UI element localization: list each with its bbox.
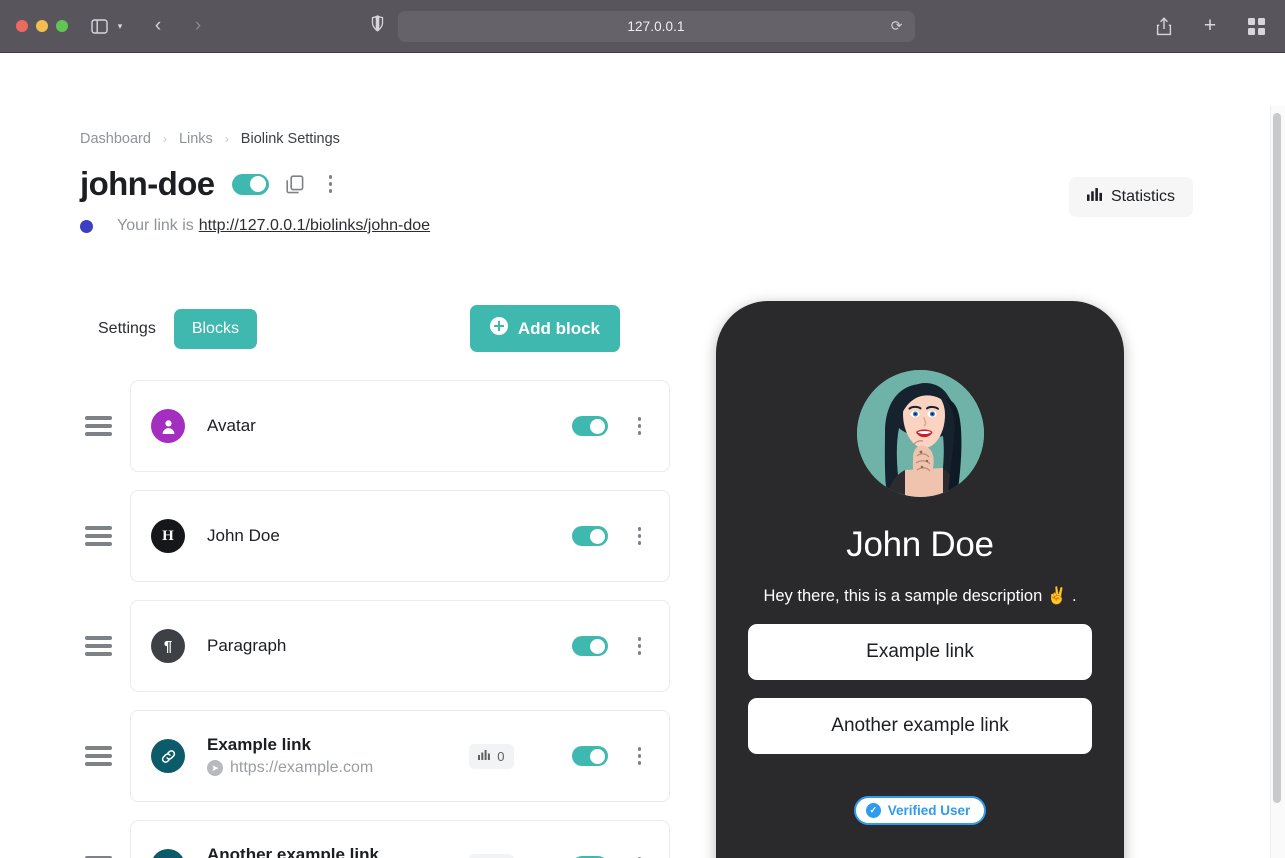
tab-overview-icon[interactable] (1243, 13, 1269, 39)
bar-chart-icon (478, 749, 491, 764)
drag-handle[interactable] (80, 416, 130, 436)
breadcrumb-item-links[interactable]: Links (179, 131, 213, 147)
preview-description: Hey there, this is a sample description … (763, 587, 1077, 605)
breadcrumb-item-dashboard[interactable]: Dashboard (80, 131, 151, 147)
copy-icon[interactable] (285, 174, 304, 194)
block-title: Another example link (207, 845, 379, 858)
address-bar[interactable]: 127.0.0.1 ⟳ (397, 10, 915, 42)
address-bar-text: 127.0.0.1 (627, 18, 685, 34)
arrow-right-circle-icon: ➤ (207, 760, 223, 776)
user-avatar-icon (151, 409, 185, 443)
kebab-menu-icon[interactable] (630, 633, 650, 659)
add-block-label: Add block (517, 318, 600, 338)
biolink-url-label: Your link is (117, 217, 194, 234)
verified-check-icon: ✓ (865, 803, 881, 818)
phone-preview: John Doe Hey there, this is a sample des… (716, 301, 1124, 858)
breadcrumb-separator: › (224, 132, 229, 146)
page-title: john-doe (80, 165, 215, 202)
biolink-url-value[interactable]: http://127.0.0.1/biolinks/john-doe (199, 217, 430, 235)
kebab-menu-icon[interactable] (630, 853, 650, 858)
kebab-menu-icon[interactable] (630, 523, 650, 549)
biolink-url-row: Your link is http://127.0.0.1/biolinks/j… (80, 217, 1285, 235)
sidebar-icon[interactable] (86, 13, 112, 39)
block-title: Avatar (207, 416, 256, 435)
shield-icon[interactable] (371, 15, 384, 37)
verified-user-label: Verified User (887, 803, 971, 818)
page-body: Dashboard › Links › Biolink Settings joh… (0, 53, 1285, 858)
block-stats-badge[interactable]: 0 (469, 743, 514, 769)
block-enabled-toggle[interactable] (571, 416, 608, 436)
bar-chart-icon (1086, 187, 1102, 207)
window-controls[interactable] (16, 20, 68, 32)
breadcrumb: Dashboard › Links › Biolink Settings (80, 131, 1285, 147)
paragraph-icon: ¶ (151, 629, 185, 663)
tabs-row: Settings Blocks Add block (80, 305, 620, 352)
minimize-window-button[interactable] (36, 20, 48, 32)
block-enabled-toggle[interactable] (571, 636, 608, 656)
plus-circle-icon (489, 317, 508, 340)
block-stats-badge[interactable]: 0 (469, 853, 514, 858)
biolink-enabled-toggle[interactable] (231, 173, 269, 195)
chain-link-icon (151, 739, 185, 773)
biolink-preview-screen: John Doe Hey there, this is a sample des… (730, 315, 1110, 858)
statistics-button[interactable]: Statistics (1068, 177, 1193, 217)
heading-icon: H (151, 519, 185, 553)
breadcrumb-separator: › (162, 132, 167, 146)
drag-handle[interactable] (80, 526, 130, 546)
statistics-label: Statistics (1110, 188, 1175, 205)
preview-link-button[interactable]: Another example link (748, 698, 1092, 754)
close-window-button[interactable] (16, 20, 28, 32)
block-title: Paragraph (207, 636, 287, 655)
block-title: John Doe (207, 526, 280, 545)
block-url: https://example.com (230, 759, 374, 776)
preview-name: John Doe (846, 525, 994, 564)
breadcrumb-item-current: Biolink Settings (240, 131, 340, 147)
browser-toolbar: ▾ ‹ › 127.0.0.1 ⟳ + (0, 0, 1285, 53)
back-arrow-icon[interactable]: ‹ (145, 13, 171, 39)
chain-link-icon (151, 849, 185, 858)
preview-avatar (856, 370, 984, 497)
chevron-down-icon[interactable]: ▾ (113, 13, 127, 39)
share-icon[interactable] (1151, 13, 1177, 39)
maximize-window-button[interactable] (56, 20, 68, 32)
tab-blocks[interactable]: Blocks (173, 308, 257, 349)
plus-icon[interactable]: + (1197, 13, 1223, 39)
tab-settings[interactable]: Settings (80, 309, 174, 349)
add-block-button[interactable]: Add block (469, 305, 620, 352)
preview-link-button[interactable]: Example link (748, 624, 1092, 680)
forward-arrow-icon[interactable]: › (185, 13, 211, 39)
block-enabled-toggle[interactable] (571, 526, 608, 546)
drag-handle[interactable] (80, 746, 130, 766)
status-dot (80, 219, 93, 233)
block-stats-count: 0 (497, 748, 505, 764)
block-enabled-toggle[interactable] (571, 746, 608, 766)
kebab-menu-icon[interactable] (630, 413, 650, 439)
kebab-menu-icon[interactable] (321, 171, 341, 197)
kebab-menu-icon[interactable] (630, 743, 650, 769)
scrollbar-thumb[interactable] (1273, 113, 1281, 803)
drag-handle[interactable] (80, 636, 130, 656)
reload-icon[interactable]: ⟳ (891, 18, 903, 35)
block-title: Example link (207, 735, 311, 754)
verified-user-badge: ✓ Verified User (853, 796, 987, 825)
